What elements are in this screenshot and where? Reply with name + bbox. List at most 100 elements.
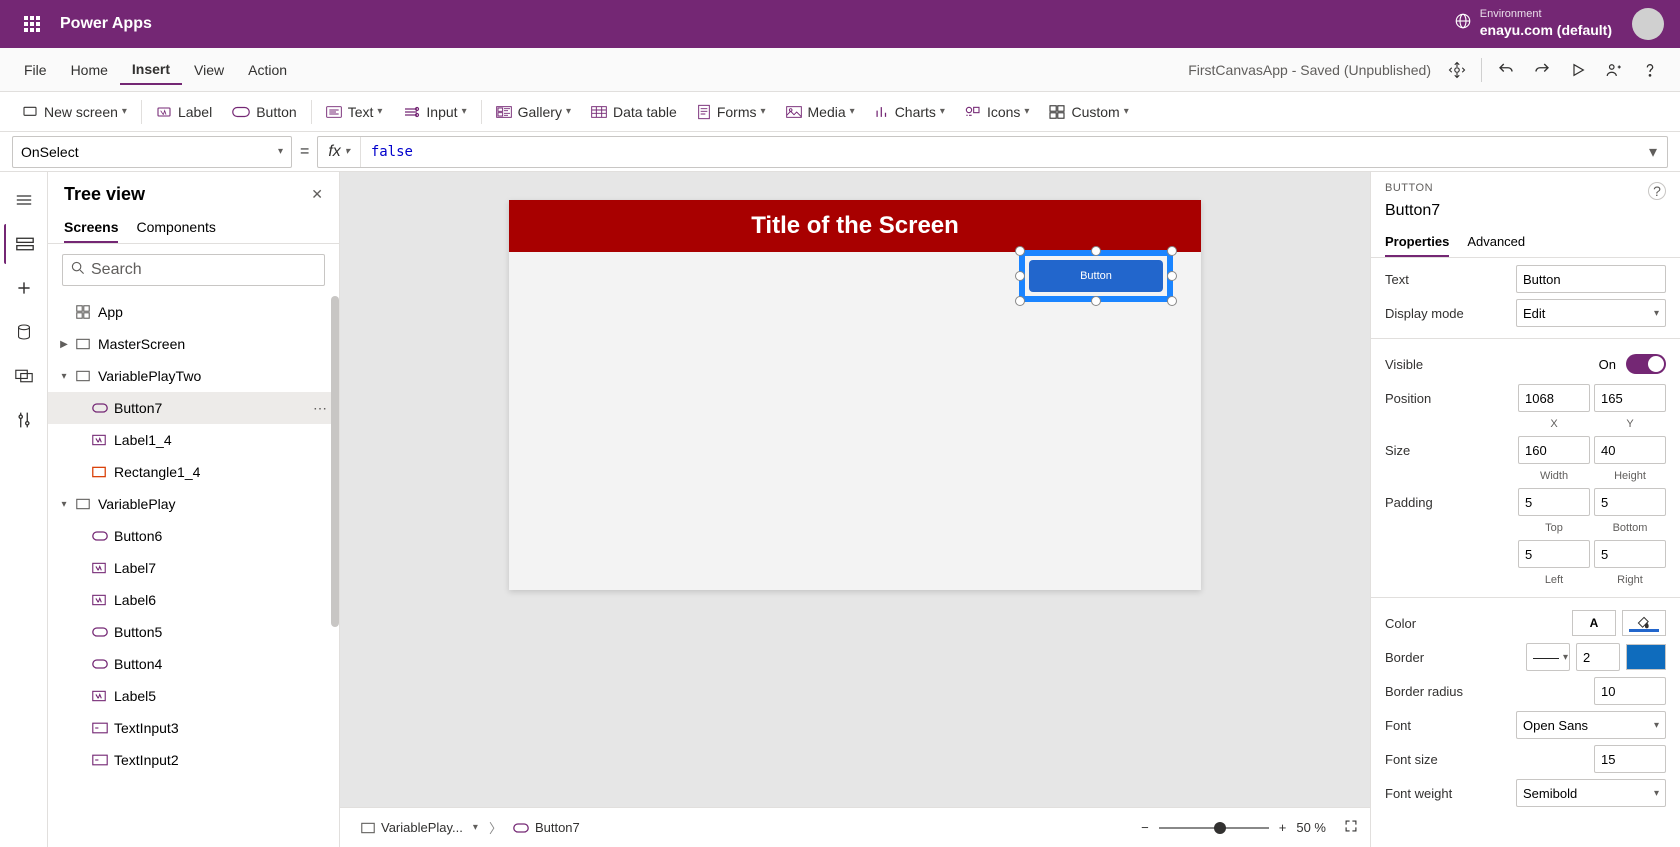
screen-preview[interactable]: Title of the Screen Button: [509, 200, 1201, 590]
more-icon[interactable]: ⋯: [313, 400, 327, 417]
menu-view[interactable]: View: [182, 56, 236, 84]
tree-node-button6[interactable]: Button6: [48, 520, 339, 552]
prop-padding-left[interactable]: 5: [1518, 540, 1590, 568]
canvas-body[interactable]: Title of the Screen Button: [340, 172, 1370, 807]
collapse-icon[interactable]: ▾: [56, 499, 72, 510]
insert-datatable-button[interactable]: Data table: [581, 100, 687, 124]
resize-handle[interactable]: [1091, 296, 1101, 306]
insert-text-button[interactable]: Text▾: [316, 100, 393, 124]
formula-expand[interactable]: ▾: [1639, 142, 1667, 162]
expand-icon[interactable]: ▶: [56, 339, 72, 350]
screen-title-label[interactable]: Title of the Screen: [509, 200, 1201, 252]
rail-hamburger[interactable]: [4, 180, 44, 220]
prop-position-x[interactable]: 1068: [1518, 384, 1590, 412]
property-selector[interactable]: OnSelect ▾: [12, 136, 292, 168]
prop-height[interactable]: 40: [1594, 436, 1666, 464]
prop-border-style[interactable]: ——▾: [1526, 643, 1570, 671]
prop-text-color[interactable]: A: [1572, 610, 1616, 636]
zoom-out-button[interactable]: −: [1141, 820, 1149, 835]
menu-file[interactable]: File: [12, 56, 59, 84]
environment-picker[interactable]: Environment enayu.com (default): [1454, 8, 1612, 40]
resize-handle[interactable]: [1091, 246, 1101, 256]
tab-components[interactable]: Components: [136, 213, 215, 243]
app-launcher[interactable]: [8, 0, 56, 48]
prop-padding-bottom[interactable]: 5: [1594, 488, 1666, 516]
insert-forms-button[interactable]: Forms▾: [687, 100, 776, 124]
tree-node-app[interactable]: App: [48, 296, 339, 328]
redo-button[interactable]: [1524, 52, 1560, 88]
collapse-icon[interactable]: ▾: [56, 371, 72, 382]
insert-button-button[interactable]: Button: [222, 100, 306, 124]
tree-node-button5[interactable]: Button5: [48, 616, 339, 648]
prop-border-color[interactable]: [1626, 644, 1666, 670]
help-button[interactable]: [1632, 52, 1668, 88]
resize-handle[interactable]: [1015, 246, 1025, 256]
insert-label-button[interactable]: Label: [146, 100, 222, 124]
button7-control[interactable]: Button: [1029, 260, 1163, 292]
tree-node-label7[interactable]: Label7: [48, 552, 339, 584]
tree-node-rectangle1-4[interactable]: Rectangle1_4: [48, 456, 339, 488]
rail-data[interactable]: [4, 312, 44, 352]
resize-handle[interactable]: [1015, 296, 1025, 306]
prop-font-size[interactable]: 15: [1594, 745, 1666, 773]
tree-node-variableplaytwo[interactable]: ▾ VariablePlayTwo: [48, 360, 339, 392]
insert-charts-button[interactable]: Charts▾: [865, 100, 955, 124]
app-checker-button[interactable]: [1439, 52, 1475, 88]
breadcrumb-control[interactable]: Button7: [504, 817, 589, 838]
tree-node-label1-4[interactable]: Label1_4: [48, 424, 339, 456]
zoom-thumb[interactable]: [1214, 822, 1226, 834]
prop-font-weight-select[interactable]: Semibold▾: [1516, 779, 1666, 807]
rail-media[interactable]: [4, 356, 44, 396]
zoom-slider[interactable]: [1159, 827, 1269, 829]
insert-custom-button[interactable]: Custom▾: [1039, 100, 1138, 124]
share-button[interactable]: [1596, 52, 1632, 88]
prop-border-width[interactable]: 2: [1576, 643, 1620, 671]
tab-screens[interactable]: Screens: [64, 213, 118, 243]
tree-node-masterscreen[interactable]: ▶ MasterScreen: [48, 328, 339, 360]
fit-to-window-button[interactable]: [1344, 819, 1358, 836]
tab-properties[interactable]: Properties: [1385, 228, 1449, 257]
prop-width[interactable]: 160: [1518, 436, 1590, 464]
zoom-in-button[interactable]: +: [1279, 820, 1287, 835]
tree-node-button7[interactable]: Button7 ⋯: [48, 392, 339, 424]
tree-node-label6[interactable]: Label6: [48, 584, 339, 616]
prop-visible-toggle[interactable]: [1626, 354, 1666, 374]
menu-insert[interactable]: Insert: [120, 55, 182, 85]
resize-handle[interactable]: [1015, 271, 1025, 281]
insert-input-button[interactable]: Input▾: [392, 100, 476, 124]
prop-text-input[interactable]: Button: [1516, 265, 1666, 293]
formula-input[interactable]: false: [361, 144, 1639, 160]
prop-position-y[interactable]: 165: [1594, 384, 1666, 412]
tree-node-button4[interactable]: Button4: [48, 648, 339, 680]
rail-insert[interactable]: [4, 268, 44, 308]
resize-handle[interactable]: [1167, 271, 1177, 281]
tree-node-textinput2[interactable]: TextInput2: [48, 744, 339, 776]
selected-control[interactable]: Button: [1029, 260, 1163, 292]
play-button[interactable]: [1560, 52, 1596, 88]
tree-view-close[interactable]: ✕: [311, 186, 323, 203]
prop-border-radius[interactable]: 10: [1594, 677, 1666, 705]
resize-handle[interactable]: [1167, 296, 1177, 306]
user-avatar[interactable]: [1632, 8, 1664, 40]
fx-label[interactable]: fx▾: [318, 137, 360, 167]
resize-handle[interactable]: [1167, 246, 1177, 256]
new-screen-button[interactable]: New screen▾: [12, 100, 137, 124]
tree-node-label5[interactable]: Label5: [48, 680, 339, 712]
prop-font-select[interactable]: Open Sans▾: [1516, 711, 1666, 739]
prop-fill-color[interactable]: [1622, 610, 1666, 636]
insert-gallery-button[interactable]: Gallery▾: [486, 100, 581, 124]
tree-search-input[interactable]: Search: [62, 254, 325, 286]
prop-display-mode-select[interactable]: Edit▾: [1516, 299, 1666, 327]
tree-node-variableplay[interactable]: ▾ VariablePlay: [48, 488, 339, 520]
tree-node-textinput3[interactable]: TextInput3: [48, 712, 339, 744]
menu-home[interactable]: Home: [59, 56, 120, 84]
prop-padding-top[interactable]: 5: [1518, 488, 1590, 516]
menu-action[interactable]: Action: [236, 56, 299, 84]
rail-tree-view[interactable]: [4, 224, 44, 264]
undo-button[interactable]: [1488, 52, 1524, 88]
panel-help-button[interactable]: ?: [1648, 182, 1666, 200]
tree-scrollbar[interactable]: [331, 296, 339, 627]
insert-icons-button[interactable]: Icons▾: [955, 100, 1040, 124]
breadcrumb-screen[interactable]: VariablePlay... ▾: [352, 817, 487, 838]
rail-advanced-tools[interactable]: [4, 400, 44, 440]
